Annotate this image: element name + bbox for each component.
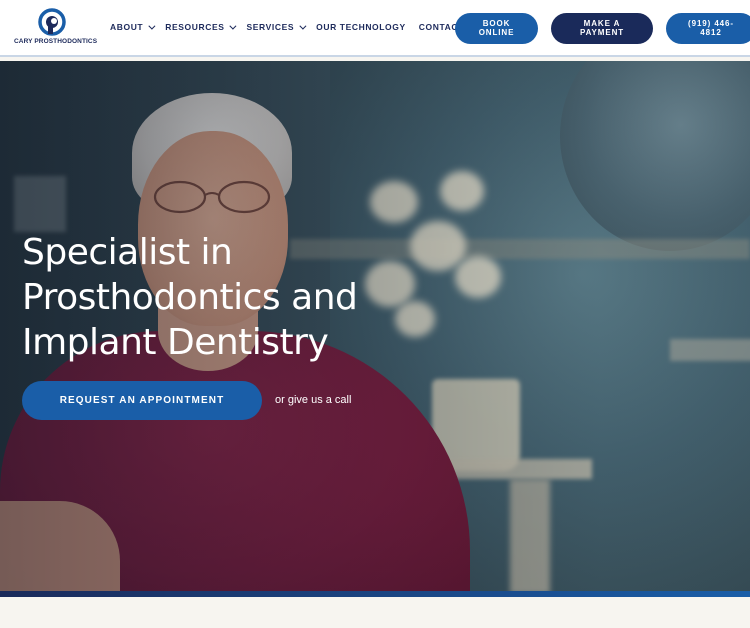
hero-section: Specialist in Prosthodontics and Implant…	[0, 61, 750, 594]
chevron-down-icon	[148, 22, 156, 30]
phone-line2: 4812	[700, 27, 722, 37]
nav-about-label: ABOUT	[110, 22, 144, 32]
logo[interactable]: CARY PROSTHODONTICS	[14, 8, 98, 50]
logo-text: CARY PROSTHODONTICS	[14, 38, 98, 45]
main-nav: ABOUT RESOURCES SERVICES OUR TECHNOLOGY …	[110, 22, 464, 32]
nav-services-label: SERVICES	[246, 22, 295, 32]
headline-line-2: Prosthodontics and	[22, 277, 358, 318]
hero-headline: Specialist in Prosthodontics and Implant…	[22, 230, 422, 365]
nav-about[interactable]: ABOUT	[110, 22, 156, 32]
headline-line-3: Implant Dentistry	[22, 322, 329, 363]
nav-our-technology[interactable]: OUR TECHNOLOGY	[316, 22, 406, 32]
request-appointment-button[interactable]: REQUEST AN APPOINTMENT	[22, 381, 262, 420]
nav-services[interactable]: SERVICES	[246, 22, 307, 32]
make-payment-line2: PAYMENT	[579, 27, 625, 37]
chevron-down-icon	[299, 22, 307, 30]
below-hero-section	[0, 597, 750, 628]
nav-resources-label: RESOURCES	[165, 22, 225, 32]
book-online-button[interactable]: BOOK ONLINE	[455, 13, 538, 44]
phone-button[interactable]: (919) 446- 4812	[666, 13, 750, 44]
make-payment-button[interactable]: MAKE A PAYMENT	[551, 13, 653, 44]
site-header: CARY PROSTHODONTICS ABOUT RESOURCES SERV…	[0, 0, 750, 57]
headline-line-1: Specialist in	[22, 232, 233, 273]
nav-our-technology-label: OUR TECHNOLOGY	[316, 22, 406, 32]
logo-mark-icon	[38, 8, 66, 36]
book-online-line2: ONLINE	[478, 27, 515, 37]
chevron-down-icon	[229, 22, 237, 30]
call-link[interactable]: or give us a call	[275, 394, 351, 406]
nav-resources[interactable]: RESOURCES	[165, 22, 237, 32]
